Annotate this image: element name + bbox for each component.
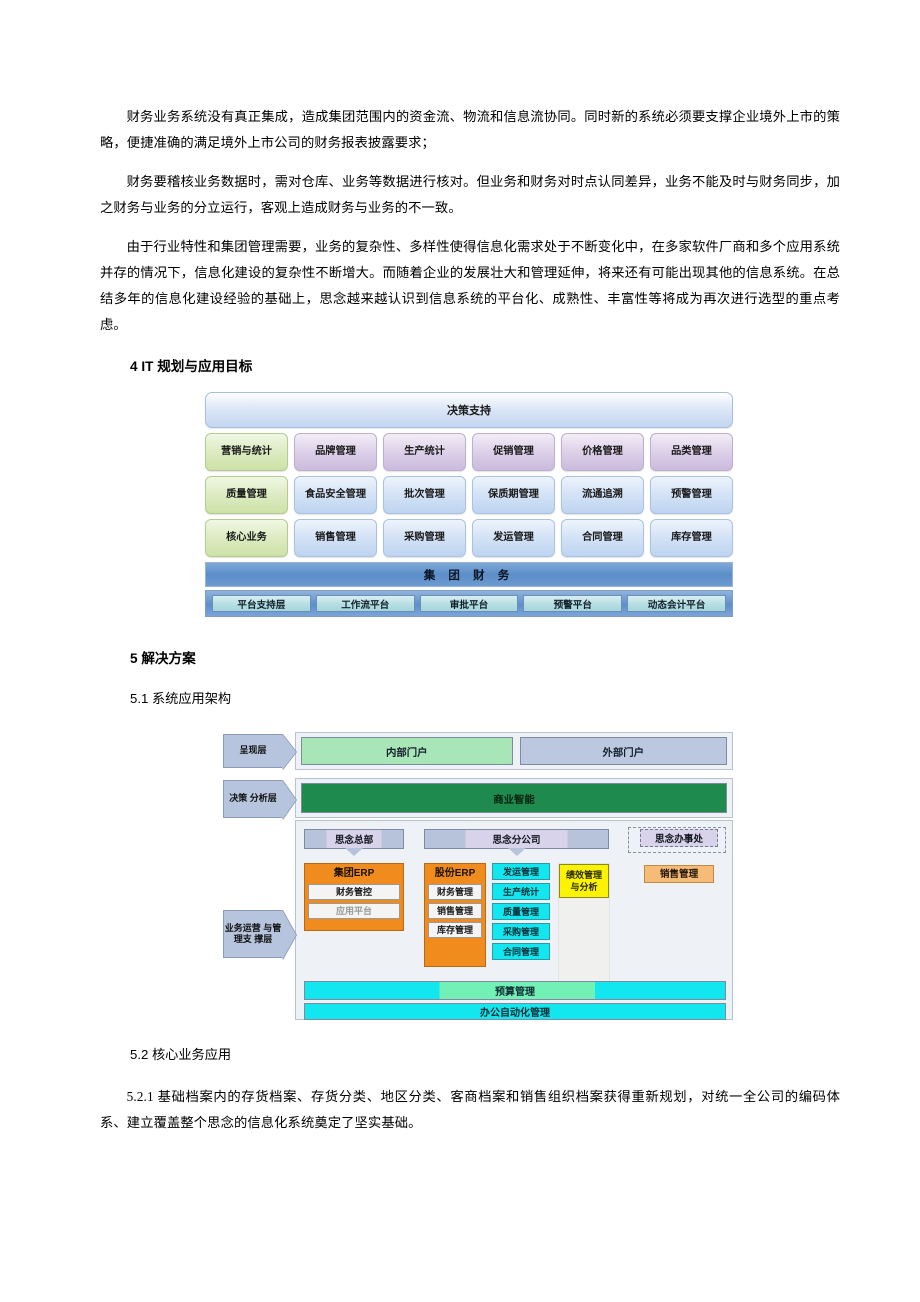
platform-cell-alert: 预警平台 bbox=[523, 595, 623, 612]
notch-icon bbox=[345, 848, 363, 856]
erp-item-financial-management: 财务管理 bbox=[428, 884, 482, 900]
branch-module-column: 发运管理 生产统计 质量管理 采购管理 合同管理 bbox=[492, 863, 550, 963]
module-contract-management: 合同管理 bbox=[492, 943, 550, 960]
row-category-quality: 质量管理 bbox=[205, 476, 288, 514]
subheading-core-business: 5.2 核心业务应用 bbox=[130, 1047, 232, 1062]
platform-cell-workflow: 工作流平台 bbox=[315, 595, 415, 612]
cell-food-safety-management: 食品安全管理 bbox=[294, 476, 377, 514]
notch-icon bbox=[507, 848, 526, 856]
budget-management-bar: 预算管理 bbox=[304, 981, 726, 1000]
performance-analysis-box: 绩效管理与分析 bbox=[559, 864, 609, 898]
erp-item-sales-management: 销售管理 bbox=[428, 903, 482, 919]
cell-category-management: 品类管理 bbox=[650, 433, 733, 471]
cell-contract-management: 合同管理 bbox=[561, 519, 644, 557]
document-page: 财务业务系统没有真正集成，造成集团范围内的资金流、物流和信息流协同。同时新的系统… bbox=[0, 0, 920, 1302]
core-business-section: 5.2 核心业务应用 5.2.1 基础档案内的存货档案、存货分类、地区分类、客商… bbox=[100, 1044, 840, 1136]
group-erp-title: 集团ERP bbox=[333, 868, 375, 879]
platform-cell-approval: 审批平台 bbox=[419, 595, 519, 612]
cell-alert-management: 预警管理 bbox=[650, 476, 733, 514]
paragraph-core-business: 5.2.1 基础档案内的存货档案、存货分类、地区分类、客商档案和销售组织档案获得… bbox=[100, 1089, 840, 1130]
cell-shelf-life-management: 保质期管理 bbox=[472, 476, 555, 514]
paragraph-2: 财务要稽核业务数据时，需对仓库、业务等数据进行核对。但业务和财务对时点认同差异，… bbox=[100, 174, 840, 215]
office-sales-management-box: 销售管理 bbox=[644, 865, 714, 883]
module-production-statistics: 生产统计 bbox=[492, 883, 550, 900]
erp-item-inventory-management: 库存管理 bbox=[428, 922, 482, 938]
cell-batch-management: 批次管理 bbox=[383, 476, 466, 514]
platform-cell-dynamic-accounting: 动态会计平台 bbox=[627, 595, 726, 612]
decision-layer-panel: 商业智能 bbox=[295, 778, 733, 818]
cell-sales-management: 销售管理 bbox=[294, 519, 377, 557]
cell-promotion-management: 促销管理 bbox=[472, 433, 555, 471]
capability-row-2: 质量管理 食品安全管理 批次管理 保质期管理 流通追溯 预警管理 bbox=[205, 476, 733, 514]
capability-row-1: 营销与统计 品牌管理 生产统计 促销管理 价格管理 品类管理 bbox=[205, 433, 733, 471]
business-intelligence-bar: 商业智能 bbox=[301, 783, 727, 813]
paragraph-1: 财务业务系统没有真正集成，造成集团范围内的资金流、物流和信息流协同。同时新的系统… bbox=[100, 109, 840, 150]
row-category-core-business: 核心业务 bbox=[205, 519, 288, 557]
group-header-office: 思念办事处 bbox=[640, 829, 718, 847]
group-finance-bar: 集 团 财 务 bbox=[205, 562, 733, 587]
cell-production-statistics: 生产统计 bbox=[383, 433, 466, 471]
business-layer-panel: 思念总部 思念分公司 思念办事处 集团ERP 财务管控 应用平台 股份ERP 财… bbox=[295, 820, 733, 1020]
cell-brand-management: 品牌管理 bbox=[294, 433, 377, 471]
share-erp-title: 股份ERP bbox=[434, 868, 476, 879]
performance-container: 绩效管理与分析 bbox=[558, 863, 610, 983]
it-planning-diagram: 决策支持 营销与统计 品牌管理 生产统计 促销管理 价格管理 品类管理 质量管理… bbox=[205, 392, 733, 626]
heading-solution: 5 解决方案 bbox=[130, 651, 196, 666]
cell-distribution-tracing: 流通追溯 bbox=[561, 476, 644, 514]
row-category-marketing: 营销与统计 bbox=[205, 433, 288, 471]
group-erp-box: 集团ERP 财务管控 应用平台 bbox=[304, 863, 404, 931]
paragraph-3: 由于行业特性和集团管理需要，业务的复杂性、多样性使得信息化需求处于不断变化中，在… bbox=[100, 239, 840, 332]
document-body: 财务业务系统没有真正集成，造成集团范围内的资金流、物流和信息流协同。同时新的系统… bbox=[100, 104, 840, 392]
module-shipping-management: 发运管理 bbox=[492, 863, 550, 880]
cell-shipping-management: 发运管理 bbox=[472, 519, 555, 557]
cell-purchase-management: 采购管理 bbox=[383, 519, 466, 557]
group-header-headquarters: 思念总部 bbox=[304, 829, 404, 856]
erp-item-financial-control: 财务管控 bbox=[308, 884, 400, 900]
module-quality-management: 质量管理 bbox=[492, 903, 550, 920]
platform-support-bar: 平台支持层 工作流平台 审批平台 预警平台 动态会计平台 bbox=[205, 590, 733, 617]
internal-portal-bar: 内部门户 bbox=[301, 737, 513, 765]
group-header-branch: 思念分公司 bbox=[424, 829, 609, 856]
erp-item-application-platform: 应用平台 bbox=[308, 903, 400, 919]
layer-label-decision-analysis: 决策 分析层 bbox=[223, 780, 283, 818]
office-automation-bar: 办公自动化管理 bbox=[304, 1003, 726, 1020]
system-architecture-diagram: 呈现层 内部门户 外部门户 决策 分析层 商业智能 业务运营 与管理支 撑层 思… bbox=[205, 728, 733, 1024]
share-erp-box: 股份ERP 财务管理 销售管理 库存管理 bbox=[424, 863, 486, 967]
capability-row-3: 核心业务 销售管理 采购管理 发运管理 合同管理 库存管理 bbox=[205, 519, 733, 557]
cell-inventory-management: 库存管理 bbox=[650, 519, 733, 557]
subheading-architecture: 5.1 系统应用架构 bbox=[130, 691, 232, 706]
external-portal-bar: 外部门户 bbox=[519, 737, 727, 765]
module-purchase-management: 采购管理 bbox=[492, 923, 550, 940]
platform-cell-support-layer: 平台支持层 bbox=[212, 595, 311, 612]
layer-label-business-operations: 业务运营 与管理支 撑层 bbox=[223, 910, 283, 958]
cell-price-management: 价格管理 bbox=[561, 433, 644, 471]
heading-it-planning: 4 IT 规划与应用目标 bbox=[130, 359, 253, 374]
decision-support-bar: 决策支持 bbox=[205, 392, 733, 428]
layer-label-presentation: 呈现层 bbox=[223, 734, 283, 768]
capability-grid: 营销与统计 品牌管理 生产统计 促销管理 价格管理 品类管理 质量管理 食品安全… bbox=[205, 433, 733, 557]
presentation-layer-panel: 内部门户 外部门户 bbox=[295, 732, 733, 770]
